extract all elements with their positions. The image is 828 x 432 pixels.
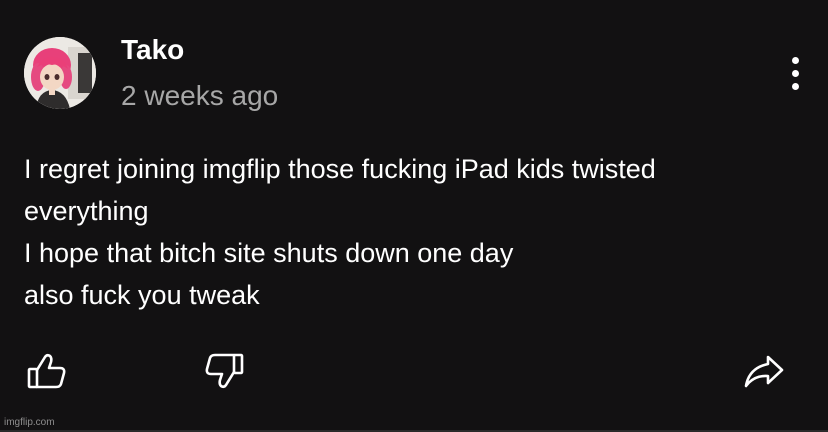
share-icon [744, 355, 784, 388]
avatar-image [24, 37, 96, 109]
comment-line: I hope that bitch site shuts down one da… [24, 238, 514, 268]
watermark: imgflip.com [4, 417, 55, 428]
share-button[interactable] [742, 352, 786, 392]
avatar[interactable] [24, 37, 96, 109]
more-options-button[interactable] [780, 53, 812, 93]
comment-line: also fuck you tweak [24, 280, 260, 310]
post-timestamp: 2 weeks ago [121, 80, 279, 111]
comment-text: I regret joining imgflip those fucking i… [24, 148, 814, 316]
comment-card: Tako 2 weeks ago I regret joining imgfli… [0, 0, 828, 432]
dislike-button[interactable] [202, 349, 246, 393]
author-name[interactable]: Tako [121, 33, 184, 67]
thumbs-up-icon [27, 353, 66, 389]
comment-line: I regret joining imgflip those fucking i… [24, 154, 656, 184]
like-button[interactable] [25, 349, 69, 393]
comment-line: everything [24, 196, 149, 226]
thumbs-down-icon [205, 353, 244, 389]
